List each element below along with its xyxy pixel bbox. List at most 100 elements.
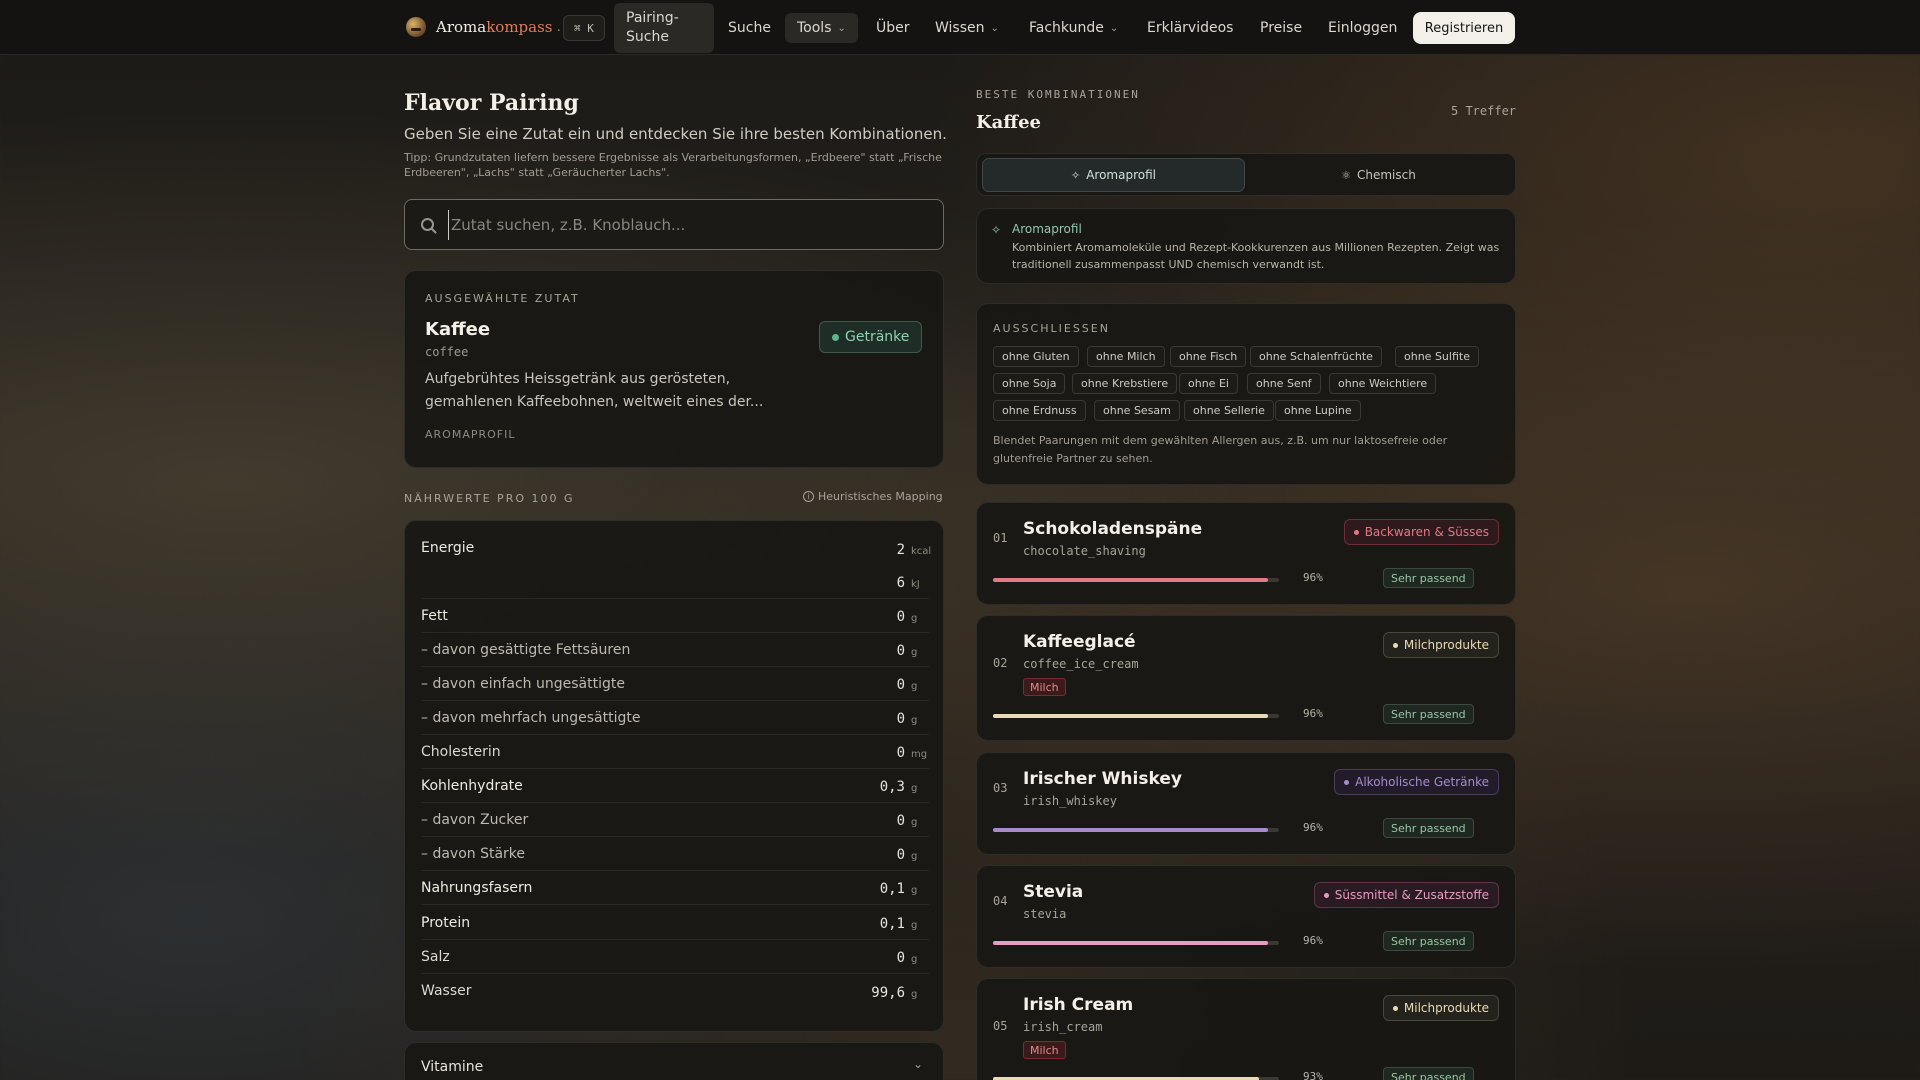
sparkle-icon: ✧	[991, 223, 1002, 237]
nav-wissen[interactable]: Wissen ⌄	[923, 13, 1011, 43]
nutrition-value: 6	[896, 575, 905, 591]
nutrition-unit: g	[911, 783, 918, 794]
nutrition-row: – davon mehrfach ungesättigte 0 g	[421, 701, 929, 735]
results-overline: BESTE KOMBINATIONEN	[976, 88, 1140, 101]
nutrition-unit: g	[911, 954, 918, 965]
allergen-chip[interactable]: ohne Senf	[1247, 373, 1321, 394]
result-category-badge[interactable]: Milchprodukte	[1382, 995, 1499, 1021]
result-category-badge[interactable]: Backwaren & Süsses	[1343, 519, 1499, 545]
nav-tools[interactable]: Tools ⌄	[785, 13, 858, 43]
nutrition-row: – davon einfach ungesättigte 0 g	[421, 667, 929, 701]
result-category-label: Alkoholische Getränke	[1355, 775, 1489, 789]
nutrition-value: 2	[896, 541, 905, 558]
allergen-chip[interactable]: ohne Sellerie	[1184, 400, 1274, 421]
tab-chemisch[interactable]: ⚛ Chemisch	[1247, 158, 1510, 192]
match-score-bar	[993, 578, 1279, 582]
result-name: Stevia	[1023, 882, 1084, 902]
nutrition-row: Protein 0,1 g	[421, 906, 929, 940]
aroma-info-box: ✧ Aromaprofil Kombiniert Aromamoleküle u…	[976, 208, 1516, 284]
nutrition-label: Fett	[421, 607, 448, 624]
allergen-chip[interactable]: ohne Krebstiere	[1072, 373, 1178, 394]
ingredient-search-input[interactable]	[448, 209, 928, 240]
nutrition-table: Energie 2 kcal 6 kJ Fett 0 g – davon gesättigte …	[404, 520, 944, 1032]
allergen-badge: Milch	[1023, 1041, 1066, 1059]
molecule-icon: ⚛	[1341, 168, 1351, 182]
tab-aromaprofil[interactable]: ✧ Aromaprofil	[982, 158, 1245, 192]
top-navbar: Aromakompass .ch ⌘ K Pairing-Suche Suche…	[0, 0, 1920, 55]
nav-about[interactable]: Über	[864, 13, 922, 43]
aroma-info-title: Aromaprofil	[1012, 222, 1082, 236]
result-code: irish_cream	[1023, 1020, 1103, 1034]
chevron-down-icon: ⌄	[1109, 22, 1119, 34]
result-category-label: Backwaren & Süsses	[1364, 525, 1489, 539]
nutrition-value-group: 0,1 g	[880, 878, 929, 897]
nutrition-label: – davon einfach ungesättigte	[421, 675, 625, 692]
nutrition-value-group: 0g	[897, 810, 929, 829]
nav-fachkunde[interactable]: Fachkunde ⌄	[1017, 13, 1130, 43]
nutrition-unit: kJ	[911, 579, 920, 590]
nutrition-value: 99,6	[871, 984, 905, 1001]
nutrition-value: 0,3	[879, 779, 905, 795]
result-category-badge[interactable]: Milchprodukte	[1382, 632, 1499, 658]
page-subtitle: Geben Sie eine Zutat ein und entdecken S…	[404, 125, 947, 143]
nutrition-value-group: 0g	[897, 674, 929, 693]
allergen-chip[interactable]: ohne Sulfite	[1395, 346, 1479, 367]
nav-fachkunde-label: Fachkunde	[1029, 20, 1104, 36]
allergen-badge: Milch	[1023, 678, 1066, 696]
pairing-result-card[interactable]: 03 Irischer Whiskey irish_whiskey Alkoholis…	[976, 752, 1516, 855]
nav-pricing[interactable]: Preise	[1248, 13, 1314, 43]
allergen-chip[interactable]: ohne Schalenfrüchte	[1250, 346, 1382, 367]
nutrition-row: Nahrungsfasern 0,1 g	[421, 871, 929, 905]
allergen-chip[interactable]: ohne Fisch	[1170, 346, 1247, 367]
nutrition-value-group: 0g	[897, 708, 929, 727]
allergen-chip[interactable]: ohne Ei	[1179, 373, 1238, 394]
selected-ingredient-description: Aufgebrühtes Heissgetränk aus gerösteten…	[425, 371, 764, 410]
chevron-down-icon: ⌄	[913, 1057, 924, 1071]
nutrition-value-group: 6 kJ	[897, 572, 929, 591]
brand-logo-link[interactable]: Aromakompass .ch	[406, 17, 575, 37]
vitamins-accordion[interactable]: Vitamine ⌄	[404, 1042, 944, 1080]
command-palette-shortcut[interactable]: ⌘ K	[563, 15, 605, 41]
nutrition-value: 0,1	[879, 916, 905, 932]
nutrition-value-group: 0g	[897, 606, 929, 625]
nutrition-value-group: 0g	[897, 640, 929, 659]
brand-logo-icon	[406, 17, 426, 37]
nutrition-label: Salz	[421, 948, 450, 965]
heuristic-mapping-hint[interactable]: i Heuristisches Mapping	[803, 490, 943, 503]
category-badge[interactable]: Getränke	[819, 321, 923, 353]
nav-videos[interactable]: Erklärvideos	[1135, 13, 1245, 43]
allergen-chip[interactable]: ohne Lupine	[1275, 400, 1361, 421]
allergen-chip[interactable]: ohne Sesam	[1094, 400, 1180, 421]
pairing-result-card[interactable]: 01 Schokoladenspäne chocolate_shaving Backw…	[976, 502, 1516, 605]
mode-tabs: ✧ Aromaprofil ⚛ Chemisch	[976, 153, 1516, 196]
nav-pairing-search[interactable]: Pairing-Suche	[614, 3, 714, 53]
nutrition-row: Salz 0 g	[421, 940, 929, 974]
register-button[interactable]: Registrieren	[1413, 12, 1515, 44]
nutrition-label: – davon mehrfach ungesättigte	[421, 709, 641, 726]
allergen-chip[interactable]: ohne Gluten	[993, 346, 1079, 367]
nutrition-value: 0	[896, 847, 905, 863]
match-quality-badge: Sehr passend	[1383, 704, 1474, 724]
pairing-result-card[interactable]: 05 Irish Cream irish_cream Milchprodukte Mil…	[976, 978, 1516, 1080]
match-score-bar	[993, 828, 1279, 832]
nutrition-row: Kohlenhydrate 0,3 g	[421, 769, 929, 803]
result-code: coffee_ice_cream	[1023, 657, 1139, 671]
nutrition-label: Wasser	[421, 983, 472, 999]
nutrition-unit: g	[911, 647, 918, 658]
nutrition-value: 0	[896, 609, 905, 625]
result-category-badge[interactable]: Süssmittel & Zusatzstoffe	[1313, 882, 1499, 908]
allergen-chip[interactable]: ohne Weichtiere	[1329, 373, 1437, 394]
nav-login[interactable]: Einloggen	[1316, 13, 1409, 43]
result-rank: 01	[993, 531, 1008, 545]
pairing-result-card[interactable]: 04 Stevia stevia Süssmittel & Zusatzstoffe 9…	[976, 865, 1516, 968]
nutrition-value: 0	[896, 677, 905, 693]
pairing-result-card[interactable]: 02 Kaffeeglacé coffee_ice_cream Milchproduk…	[976, 615, 1516, 741]
allergen-chip[interactable]: ohne Milch	[1087, 346, 1165, 367]
brand-name: Aromakompass	[436, 18, 553, 36]
result-category-badge[interactable]: Alkoholische Getränke	[1334, 769, 1499, 795]
allergen-chip[interactable]: ohne Soja	[993, 373, 1066, 394]
result-code: stevia	[1023, 907, 1067, 921]
allergen-chip[interactable]: ohne Erdnuss	[993, 400, 1086, 421]
category-dot-icon	[1344, 779, 1350, 785]
nav-search[interactable]: Suche	[716, 13, 783, 43]
